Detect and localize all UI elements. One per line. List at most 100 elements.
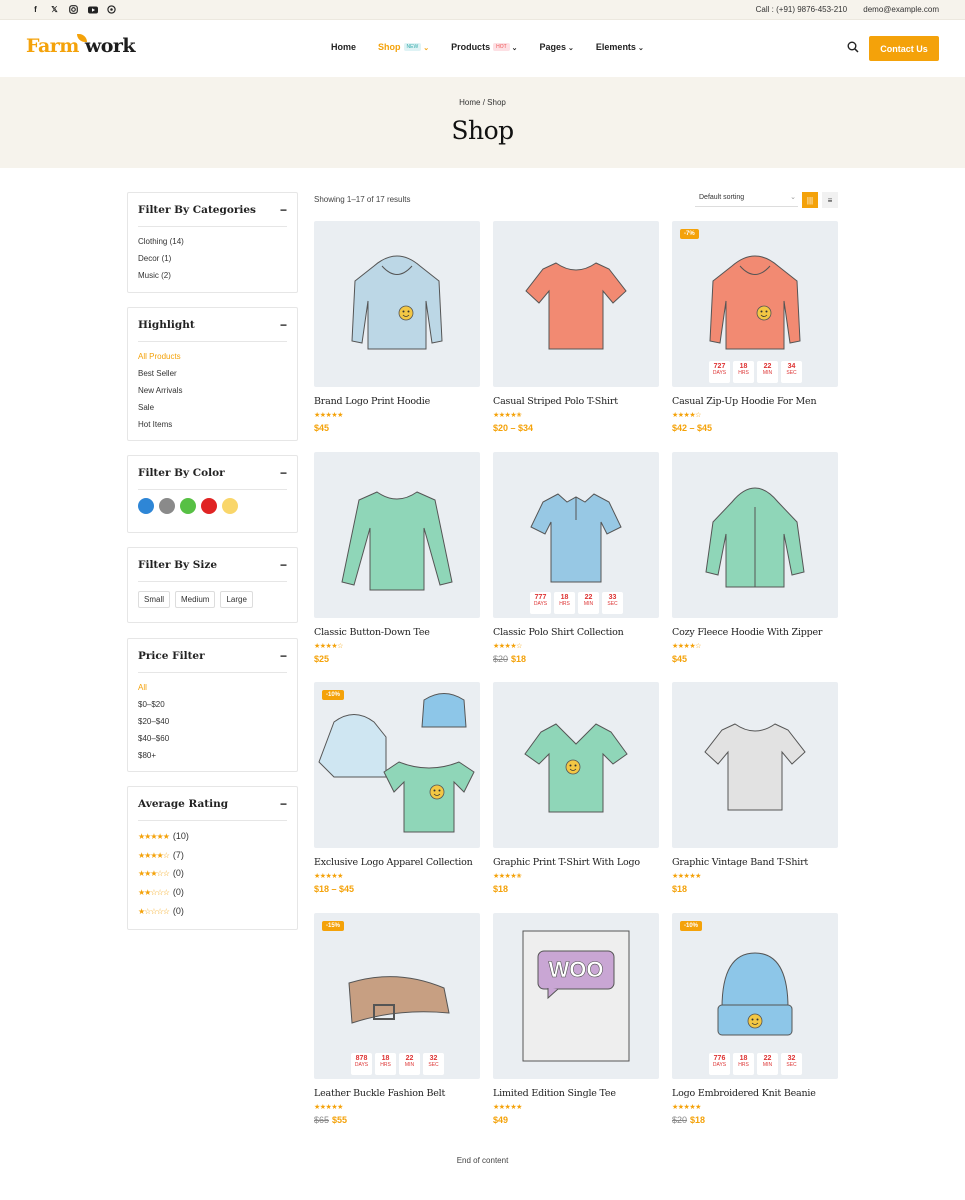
rating-option[interactable]: ★★☆☆☆ (0) <box>138 886 287 905</box>
product-price: $20 $18 <box>672 1115 706 1125</box>
color-swatch[interactable] <box>201 498 217 514</box>
product-card[interactable]: Graphic Print T-Shirt With Logo ★★★★✬ $18 <box>493 682 659 894</box>
product-name[interactable]: Limited Edition Single Tee <box>493 1088 659 1099</box>
product-image[interactable]: WOO <box>493 913 659 1079</box>
rating-option[interactable]: ★☆☆☆☆ (0) <box>138 905 287 924</box>
highlight-item[interactable]: All Products <box>138 351 287 368</box>
list-view-icon[interactable]: ≡ <box>822 192 838 208</box>
nav-pages[interactable]: Pages ⌄ <box>540 42 574 52</box>
price-option[interactable]: $40–$60 <box>138 733 287 750</box>
product-price: $18 <box>672 884 688 894</box>
collapse-icon[interactable]: − <box>280 203 287 217</box>
product-name[interactable]: Casual Striped Polo T-Shirt <box>493 396 659 407</box>
product-name[interactable]: Leather Buckle Fashion Belt <box>314 1088 480 1099</box>
rating-option[interactable]: ★★★★★ (10) <box>138 830 287 849</box>
product-name[interactable]: Exclusive Logo Apparel Collection <box>314 857 480 868</box>
product-image[interactable] <box>314 221 480 387</box>
contact-button[interactable]: Contact Us <box>869 36 939 61</box>
product-image[interactable]: 777 DAYS 18 HRS 22 MIN 33 SEC <box>493 452 659 618</box>
product-card[interactable]: -15% 878 DAYS 18 HRS 22 MIN 32 SEC Leather Buckle… <box>314 913 480 1125</box>
color-swatch[interactable] <box>180 498 196 514</box>
collapse-icon[interactable]: − <box>280 797 287 811</box>
search-icon[interactable] <box>847 41 859 53</box>
product-image[interactable] <box>314 452 480 618</box>
product-rating: ★★★★☆ <box>672 412 701 419</box>
instagram-icon[interactable] <box>68 4 79 15</box>
breadcrumb-home[interactable]: Home <box>459 98 480 107</box>
x-icon[interactable]: 𝕏 <box>49 4 60 15</box>
widget-size: Filter By Size − Small Medium Large <box>127 547 298 623</box>
price-option[interactable]: $20–$40 <box>138 716 287 733</box>
highlight-item[interactable]: Hot Items <box>138 419 287 436</box>
price-option[interactable]: $80+ <box>138 750 287 767</box>
collapse-icon[interactable]: − <box>280 318 287 332</box>
breadcrumb-current: Shop <box>487 98 506 107</box>
logo[interactable]: Farm work <box>26 34 136 57</box>
nav-home[interactable]: Home <box>331 42 356 52</box>
product-card[interactable]: -7% 727 DAYS 18 HRS 22 MIN 34 SEC Casual Zip-Up H… <box>672 221 838 433</box>
price-option[interactable]: All <box>138 682 287 699</box>
highlight-item[interactable]: Best Seller <box>138 368 287 385</box>
product-name[interactable]: Casual Zip-Up Hoodie For Men <box>672 396 838 407</box>
price-option[interactable]: $0–$20 <box>138 699 287 716</box>
nav-elements[interactable]: Elements ⌄ <box>596 42 644 52</box>
product-image[interactable] <box>672 682 838 848</box>
category-item[interactable]: Music (2) <box>138 270 287 287</box>
rating-option[interactable]: ★★★★☆ (7) <box>138 849 287 868</box>
youtube-icon[interactable] <box>87 4 98 15</box>
product-name[interactable]: Logo Embroidered Knit Beanie <box>672 1088 838 1099</box>
collapse-icon[interactable]: − <box>280 558 287 572</box>
product-card[interactable]: Brand Logo Print Hoodie ★★★★★ $45 <box>314 221 480 433</box>
product-image[interactable] <box>493 682 659 848</box>
color-swatch[interactable] <box>222 498 238 514</box>
breadcrumb: Home / Shop <box>459 98 506 107</box>
product-name[interactable]: Classic Button-Down Tee <box>314 627 480 638</box>
product-card[interactable]: 777 DAYS 18 HRS 22 MIN 33 SEC Classic Polo Shirt… <box>493 452 659 664</box>
highlight-item[interactable]: Sale <box>138 402 287 419</box>
product-card[interactable]: Cozy Fleece Hoodie With Zipper ★★★★☆ $45 <box>672 452 838 664</box>
product-card[interactable]: Casual Striped Polo T-Shirt ★★★★✬ $20 – $3… <box>493 221 659 433</box>
product-image[interactable]: -10% 776 DAYS 18 HRS 22 MIN 32 SEC <box>672 913 838 1079</box>
size-option[interactable]: Small <box>138 591 171 608</box>
category-item[interactable]: Decor (1) <box>138 253 287 270</box>
facebook-icon[interactable]: f <box>30 4 41 15</box>
email-link[interactable]: demo@example.com <box>863 5 939 14</box>
size-option[interactable]: Medium <box>175 591 216 608</box>
product-card[interactable]: Classic Button-Down Tee ★★★★☆ $25 <box>314 452 480 664</box>
product-card[interactable]: Graphic Vintage Band T-Shirt ★★★★★ $18 <box>672 682 838 894</box>
collapse-icon[interactable]: − <box>280 649 287 663</box>
product-rating: ★★★★★ <box>314 873 343 880</box>
product-image[interactable]: -15% 878 DAYS 18 HRS 22 MIN 32 SEC <box>314 913 480 1079</box>
product-name[interactable]: Graphic Print T-Shirt With Logo <box>493 857 659 868</box>
highlight-item[interactable]: New Arrivals <box>138 385 287 402</box>
product-name[interactable]: Cozy Fleece Hoodie With Zipper <box>672 627 838 638</box>
product-card[interactable]: WOO Limited Edition Single Tee ★★★★★ $49 <box>493 913 659 1125</box>
product-card[interactable]: -10% Exclusive Logo Apparel Collection ★★★… <box>314 682 480 894</box>
category-item[interactable]: Clothing (14) <box>138 236 287 253</box>
size-option[interactable]: Large <box>220 591 253 608</box>
product-image[interactable] <box>493 221 659 387</box>
results-count: Showing 1–17 of 17 results <box>314 195 411 204</box>
product-name[interactable]: Graphic Vintage Band T-Shirt <box>672 857 838 868</box>
grid-view-icon[interactable]: ||| <box>802 192 818 208</box>
product-card[interactable]: -10% 776 DAYS 18 HRS 22 MIN 32 SEC Logo Embroider… <box>672 913 838 1125</box>
whatsapp-icon[interactable] <box>106 4 117 15</box>
product-name[interactable]: Classic Polo Shirt Collection <box>493 627 659 638</box>
product-name[interactable]: Brand Logo Print Hoodie <box>314 396 480 407</box>
color-swatch[interactable] <box>138 498 154 514</box>
product-rating: ★★★★★ <box>314 412 343 419</box>
nav-shop[interactable]: Shop NEW ⌄ <box>378 42 429 52</box>
rating-option[interactable]: ★★★☆☆ (0) <box>138 867 287 886</box>
product-image[interactable] <box>672 452 838 618</box>
top-bar: f 𝕏 Call : (+91) 9876-453-210 demo@examp… <box>0 0 965 20</box>
product-image[interactable]: -7% 727 DAYS 18 HRS 22 MIN 34 SEC <box>672 221 838 387</box>
collapse-icon[interactable]: − <box>280 466 287 480</box>
color-swatch[interactable] <box>159 498 175 514</box>
product-image[interactable]: -10% <box>314 682 480 848</box>
widget-highlight: Highlight − All Products Best Seller New … <box>127 307 298 441</box>
page-title: Shop <box>451 116 514 145</box>
nav-products[interactable]: Products HOT ⌄ <box>451 42 517 52</box>
product-rating: ★★★★★ <box>672 873 701 880</box>
sort-select[interactable]: Default sorting ⌄ <box>695 192 798 207</box>
product-illustration <box>341 491 453 591</box>
